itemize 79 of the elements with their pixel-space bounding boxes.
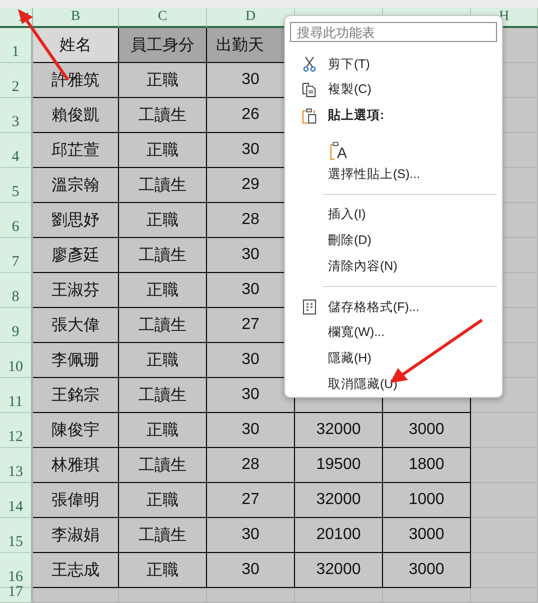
- table-cell: 正職: [119, 273, 207, 308]
- table-cell: 工讀生: [119, 168, 207, 203]
- table-cell: 工讀生: [119, 448, 207, 483]
- table-cell: 正職: [119, 483, 207, 518]
- table-cell: 27: [207, 483, 295, 518]
- table-cell: 1800: [383, 448, 471, 483]
- table-cell: 正職: [119, 63, 207, 98]
- table-cell: [471, 588, 538, 603]
- table-cell: 正職: [119, 203, 207, 238]
- row-header[interactable]: 6: [0, 203, 33, 238]
- table-cell: 正職: [119, 553, 207, 588]
- table-cell: 王銘宗: [33, 378, 119, 413]
- table-cell: [471, 553, 538, 588]
- table-cell: 劉思妤: [33, 203, 119, 238]
- table-cell: 30: [207, 553, 295, 588]
- row-header[interactable]: 1: [0, 28, 33, 63]
- row-header[interactable]: 10: [0, 343, 33, 378]
- row-header[interactable]: 9: [0, 308, 33, 343]
- clipboard-icon: [302, 108, 316, 124]
- table-cell: 陳俊宇: [33, 413, 119, 448]
- table-cell: 3000: [383, 413, 471, 448]
- table-cell: 32000: [295, 413, 383, 448]
- row-header[interactable]: 17: [0, 588, 33, 603]
- search-field[interactable]: 搜尋此功能表: [290, 22, 497, 42]
- table-cell: 員工身分: [119, 28, 207, 63]
- row-header[interactable]: 7: [0, 238, 33, 273]
- table-cell: 賴俊凱: [33, 98, 119, 133]
- row-header[interactable]: 14: [0, 483, 33, 518]
- table-cell: 工讀生: [119, 238, 207, 273]
- table-cell: 王志成: [33, 553, 119, 588]
- table-cell: 邱芷萱: [33, 133, 119, 168]
- table-cell: 林雅琪: [33, 448, 119, 483]
- table-cell: 30: [207, 518, 295, 553]
- table-cell: [471, 413, 538, 448]
- table-cell: [471, 448, 538, 483]
- paste-option-button[interactable]: A: [328, 128, 497, 162]
- table-cell: 19500: [295, 448, 383, 483]
- table-cell: 李淑娟: [33, 518, 119, 553]
- copy-icon: [302, 82, 316, 98]
- table-cell: 30: [207, 413, 295, 448]
- table-cell: 正職: [119, 133, 207, 168]
- row-header[interactable]: 8: [0, 273, 33, 308]
- row-header[interactable]: 4: [0, 133, 33, 168]
- table-cell: 許雅筑: [33, 63, 119, 98]
- table-cell: 工讀生: [119, 378, 207, 413]
- row-header[interactable]: 5: [0, 168, 33, 203]
- table-cell: 廖彥廷: [33, 238, 119, 273]
- row-header[interactable]: 15: [0, 518, 33, 553]
- table-cell: 工讀生: [119, 518, 207, 553]
- table-cell: 正職: [119, 413, 207, 448]
- table-cell: 王淑芬: [33, 273, 119, 308]
- table-cell: 姓名: [33, 28, 119, 63]
- row-header[interactable]: 2: [0, 63, 33, 98]
- table-cell: 32000: [295, 553, 383, 588]
- table-cell: 28: [207, 448, 295, 483]
- scissors-icon: [302, 56, 316, 72]
- table-cell: 20100: [295, 518, 383, 553]
- table-cell: 工讀生: [119, 308, 207, 343]
- row-header[interactable]: 12: [0, 413, 33, 448]
- table-cell: 溫宗翰: [33, 168, 119, 203]
- table-cell: 32000: [295, 483, 383, 518]
- table-cell: 工讀生: [119, 98, 207, 133]
- table-cell: [471, 518, 538, 553]
- row-header[interactable]: 11: [0, 378, 33, 413]
- table-cell: 張大偉: [33, 308, 119, 343]
- column-header[interactable]: D: [207, 8, 295, 28]
- table-cell: 正職: [119, 343, 207, 378]
- table-cell: 30: [207, 378, 295, 413]
- column-header[interactable]: B: [33, 8, 119, 28]
- format-cells-icon: [302, 299, 316, 316]
- row-header[interactable]: 13: [0, 448, 33, 483]
- column-header[interactable]: C: [119, 8, 207, 28]
- table-cell: 李佩珊: [33, 343, 119, 378]
- table-cell: 張偉明: [33, 483, 119, 518]
- row-header[interactable]: 3: [0, 98, 33, 133]
- table-cell: 3000: [383, 518, 471, 553]
- table-cell: [471, 483, 538, 518]
- table-cell: 3000: [383, 553, 471, 588]
- table-cell: 1000: [383, 483, 471, 518]
